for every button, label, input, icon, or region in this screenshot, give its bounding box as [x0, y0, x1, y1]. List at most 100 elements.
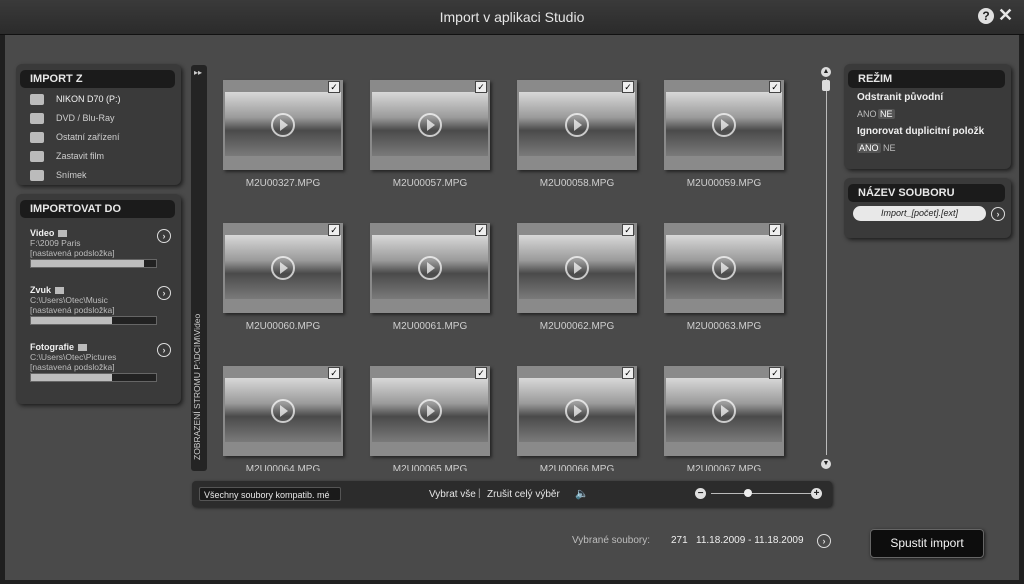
selected-checkbox[interactable]: ✓	[475, 367, 487, 379]
destination-name: Zvuk	[30, 285, 175, 295]
expand-arrow-icon[interactable]: ▸▸	[194, 68, 202, 77]
scroll-track[interactable]	[826, 79, 827, 455]
video-thumbnail[interactable]: ✓	[370, 80, 490, 170]
snapshot-icon	[30, 170, 44, 182]
thumbnail-filename: M2U00061.MPG	[392, 321, 468, 332]
import-source-label: DVD / Blu-Ray	[56, 113, 115, 123]
play-icon[interactable]	[565, 113, 589, 137]
import-destination-2: Fotografie C:\Users\Otec\Pictures [nastave…	[30, 342, 175, 382]
select-all-link[interactable]: Vybrat vše	[429, 489, 476, 500]
play-icon[interactable]	[712, 113, 736, 137]
thumbnail-filename: M2U00066.MPG	[539, 464, 615, 471]
ignore-duplicates-yes[interactable]: ANO	[857, 143, 881, 153]
destination-name-text: Fotografie	[30, 342, 74, 352]
video-thumbnail[interactable]: ✓	[517, 223, 637, 313]
selected-checkbox[interactable]: ✓	[769, 81, 781, 93]
zoom-slider-knob[interactable]	[744, 489, 752, 497]
destination-options-icon[interactable]: ›	[157, 286, 171, 300]
scroll-up-icon[interactable]: ▲	[821, 67, 831, 77]
video-thumbnail[interactable]: ✓	[517, 80, 637, 170]
selected-files-label: Vybrané soubory:	[572, 535, 651, 546]
import-source-label: Snímek	[56, 170, 87, 180]
folder-icon	[55, 287, 65, 295]
zoom-out-icon[interactable]: −	[695, 488, 706, 499]
selected-checkbox[interactable]: ✓	[328, 224, 340, 236]
folder-icon	[30, 132, 44, 144]
thumbnail-filename: M2U00059.MPG	[686, 178, 762, 189]
import-source-0[interactable]: NIKON D70 (P:)	[30, 91, 121, 107]
selected-checkbox[interactable]: ✓	[475, 224, 487, 236]
thumbnail-filename: M2U00065.MPG	[392, 464, 468, 471]
play-icon[interactable]	[271, 399, 295, 423]
ignore-duplicates-no[interactable]: NE	[883, 143, 896, 153]
remove-original-no[interactable]: NE	[878, 109, 895, 119]
disc-icon	[30, 113, 44, 125]
remove-original-label: Odstranit původní	[857, 92, 944, 103]
video-thumbnail[interactable]: ✓	[223, 223, 343, 313]
play-icon[interactable]	[418, 113, 442, 137]
destination-path: C:\Users\Otec\Music	[30, 295, 108, 305]
help-icon[interactable]: ?	[978, 8, 994, 24]
disk-usage-bar	[30, 259, 157, 268]
close-icon[interactable]: ✕	[998, 5, 1013, 26]
destination-options-icon[interactable]: ›	[157, 343, 171, 357]
video-thumbnail[interactable]: ✓	[223, 80, 343, 170]
selected-checkbox[interactable]: ✓	[769, 367, 781, 379]
selected-checkbox[interactable]: ✓	[475, 81, 487, 93]
destination-subfolder: [nastavená podsložka]	[30, 248, 115, 258]
selected-checkbox[interactable]: ✓	[622, 224, 634, 236]
selected-checkbox[interactable]: ✓	[328, 81, 340, 93]
folder-icon	[58, 230, 68, 238]
zoom-slider[interactable]	[711, 493, 811, 494]
thumbnail-filename: M2U00060.MPG	[245, 321, 321, 332]
filename-options-icon[interactable]: ›	[991, 207, 1005, 221]
play-icon[interactable]	[418, 256, 442, 280]
video-thumbnail[interactable]: ✓	[370, 223, 490, 313]
folder-tree-toggle[interactable]: ▸▸ ZOBRAZENÍ STROMU P:\DCIM\Video	[191, 65, 207, 471]
disk-usage-bar	[30, 316, 157, 325]
deselect-all-link[interactable]: Zrušit celý výběr	[487, 489, 560, 500]
zoom-in-icon[interactable]: +	[811, 488, 822, 499]
import-source-4[interactable]: Snímek	[30, 167, 87, 183]
destination-subfolder: [nastavená podsložka]	[30, 362, 115, 372]
selected-checkbox[interactable]: ✓	[622, 367, 634, 379]
start-import-button[interactable]: Spustit import	[870, 529, 984, 558]
toolbar-separator: |	[478, 488, 481, 499]
video-thumbnail[interactable]: ✓	[664, 223, 784, 313]
speaker-icon[interactable]: 🔈	[575, 487, 589, 500]
file-filter-select[interactable]: Všechny soubory kompatib. mé	[199, 487, 341, 501]
video-thumbnail[interactable]: ✓	[223, 366, 343, 456]
destination-options-icon[interactable]: ›	[157, 229, 171, 243]
thumbnail-filename: M2U00058.MPG	[539, 178, 615, 189]
thumbnail-filename: M2U00062.MPG	[539, 321, 615, 332]
play-icon[interactable]	[565, 399, 589, 423]
mode-header: REŽIM	[848, 70, 1005, 88]
selected-checkbox[interactable]: ✓	[622, 81, 634, 93]
play-icon[interactable]	[271, 113, 295, 137]
grid-scrollbar[interactable]: ▲ ▼	[821, 67, 831, 469]
import-source-3[interactable]: Zastavit film	[30, 148, 104, 164]
filename-panel: NÁZEV SOUBORU Import_[počet].[ext] ›	[844, 178, 1011, 238]
play-icon[interactable]	[271, 256, 295, 280]
video-thumbnail[interactable]: ✓	[664, 366, 784, 456]
video-thumbnail[interactable]: ✓	[370, 366, 490, 456]
camera-icon	[30, 94, 44, 106]
import-source-1[interactable]: DVD / Blu-Ray	[30, 110, 115, 126]
filename-template-field[interactable]: Import_[počet].[ext]	[853, 206, 986, 221]
remove-original-yes[interactable]: ANO	[857, 109, 877, 119]
filename-header: NÁZEV SOUBORU	[848, 184, 1005, 202]
selected-checkbox[interactable]: ✓	[769, 224, 781, 236]
import-destination-1: Zvuk C:\Users\Otec\Music [nastavená podslo…	[30, 285, 175, 325]
date-range-options-icon[interactable]: ›	[817, 534, 831, 548]
video-thumbnail[interactable]: ✓	[664, 80, 784, 170]
selected-checkbox[interactable]: ✓	[328, 367, 340, 379]
scroll-down-icon[interactable]: ▼	[821, 459, 831, 469]
media-grid: ✓ M2U00327.MPG ✓ M2U00057.MPG ✓ M2U00058.MPG ✓…	[211, 63, 811, 471]
scroll-thumb[interactable]	[822, 80, 830, 91]
play-icon[interactable]	[418, 399, 442, 423]
import-source-2[interactable]: Ostatní zařízení	[30, 129, 120, 145]
video-thumbnail[interactable]: ✓	[517, 366, 637, 456]
play-icon[interactable]	[712, 399, 736, 423]
play-icon[interactable]	[712, 256, 736, 280]
play-icon[interactable]	[565, 256, 589, 280]
